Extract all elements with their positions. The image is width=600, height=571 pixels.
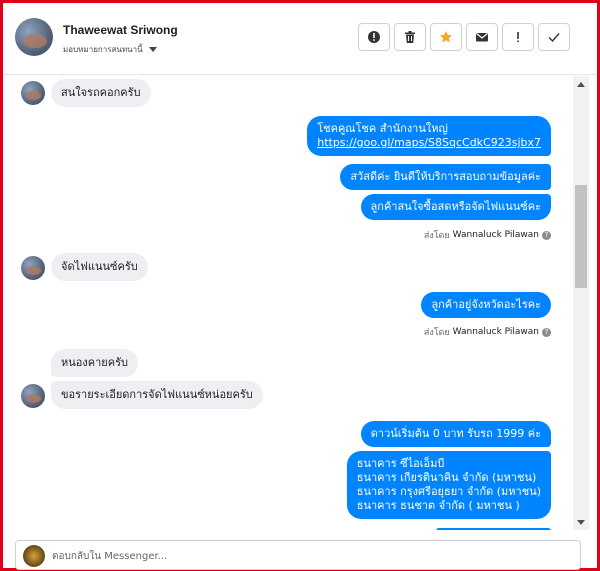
flag-button[interactable]: [502, 23, 534, 51]
sent-by-label: ส่งโดย Wannaluck Pilawan ?: [424, 325, 551, 339]
message-incoming: หนองคายครับ: [51, 349, 138, 377]
scroll-up-icon[interactable]: [577, 82, 585, 87]
contact-avatar[interactable]: [15, 18, 53, 56]
message-incoming: สนใจรถคอกครับ: [51, 79, 151, 107]
agent-name[interactable]: Wannaluck Pilawan: [453, 230, 539, 240]
mail-icon: [476, 33, 488, 42]
trash-icon: [405, 31, 415, 43]
alert-button[interactable]: [358, 23, 390, 51]
star-icon: [440, 31, 452, 43]
assign-label: มอบหมายการสนทนานี้: [63, 45, 143, 54]
message-outgoing: ลูกค้าอยู่จังหวัดอะไรคะ: [421, 292, 551, 318]
help-icon[interactable]: ?: [542, 230, 551, 240]
message-outgoing: ลูกค้าสนใจซื้อสดหรือจัดไฟแนนซ์คะ: [360, 194, 551, 220]
contact-name[interactable]: Thaweewat Sriwong: [63, 23, 178, 37]
delete-button[interactable]: [394, 23, 426, 51]
sent-by-prefix: ส่งโดย: [423, 231, 450, 241]
message-outgoing: โชคคูณโชค สำนักงานใหญ่ https://goo.gl/ma…: [307, 116, 551, 156]
mark-done-button[interactable]: [538, 23, 570, 51]
sent-by-prefix: ส่งโดย: [423, 328, 450, 338]
message-outgoing: สวัสดีค่ะ ยินดีให้บริการสอบถามข้อมูลค่ะ: [340, 164, 551, 190]
message-line: ธนาคาร ซีไอเอ็มบี: [356, 457, 445, 470]
email-button[interactable]: [466, 23, 498, 51]
assign-conversation-dropdown[interactable]: มอบหมายการสนทนานี้: [63, 43, 157, 56]
message-text: โชคคูณโชค สำนักงานใหญ่: [317, 122, 448, 135]
scroll-down-icon[interactable]: [577, 520, 585, 525]
message-outgoing-partial: [436, 528, 551, 530]
exclamation-icon: [517, 32, 519, 43]
chevron-down-icon: [148, 47, 157, 52]
message-incoming: ขอรายระเอียดการจัดไฟแนนซ์หน่อยครับ: [51, 381, 263, 409]
scrollbar-thumb[interactable]: [575, 185, 587, 288]
thread-scrollbar[interactable]: [573, 76, 589, 530]
reply-input[interactable]: [52, 547, 552, 565]
help-icon[interactable]: ?: [542, 327, 551, 337]
message-line: ธนาคาร เกียรตินาคิน จำกัด (มหาชน): [356, 471, 537, 484]
message-outgoing: ดาวน์เริ่มต้น 0 บาท รับรถ 1999 ค่ะ: [360, 421, 551, 447]
alert-circle-icon: [368, 31, 380, 43]
message-thread[interactable]: สนใจรถคอกครับ โชคคูณโชค สำนักงานใหญ่ htt…: [3, 76, 573, 530]
conversation-toolbar: [358, 23, 570, 51]
reply-composer: [15, 540, 581, 570]
conversation-header: Thaweewat Sriwong มอบหมายการสนทนานี้: [3, 3, 597, 75]
contact-avatar-small: [21, 256, 45, 280]
star-button[interactable]: [430, 23, 462, 51]
message-incoming: จัดไฟแนนซ์ครับ: [51, 253, 148, 281]
check-icon: [548, 33, 560, 43]
map-link[interactable]: https://goo.gl/maps/S8SqcCdkC923sjbx7: [317, 136, 541, 150]
contact-avatar-small: [21, 384, 45, 408]
message-line: ธนาคาร กรุงศรีอยุธยา จำกัด (มหาชน): [356, 485, 541, 498]
agent-name[interactable]: Wannaluck Pilawan: [453, 327, 539, 337]
message-outgoing: ธนาคาร ซีไอเอ็มบี ธนาคาร เกียรตินาคิน จำ…: [346, 451, 551, 519]
message-line: ธนาคาร ธนชาต จำกัด ( มหาชน ): [356, 499, 520, 512]
page-avatar: [23, 545, 45, 567]
sent-by-label: ส่งโดย Wannaluck Pilawan ?: [424, 228, 551, 242]
contact-avatar-small: [21, 81, 45, 105]
